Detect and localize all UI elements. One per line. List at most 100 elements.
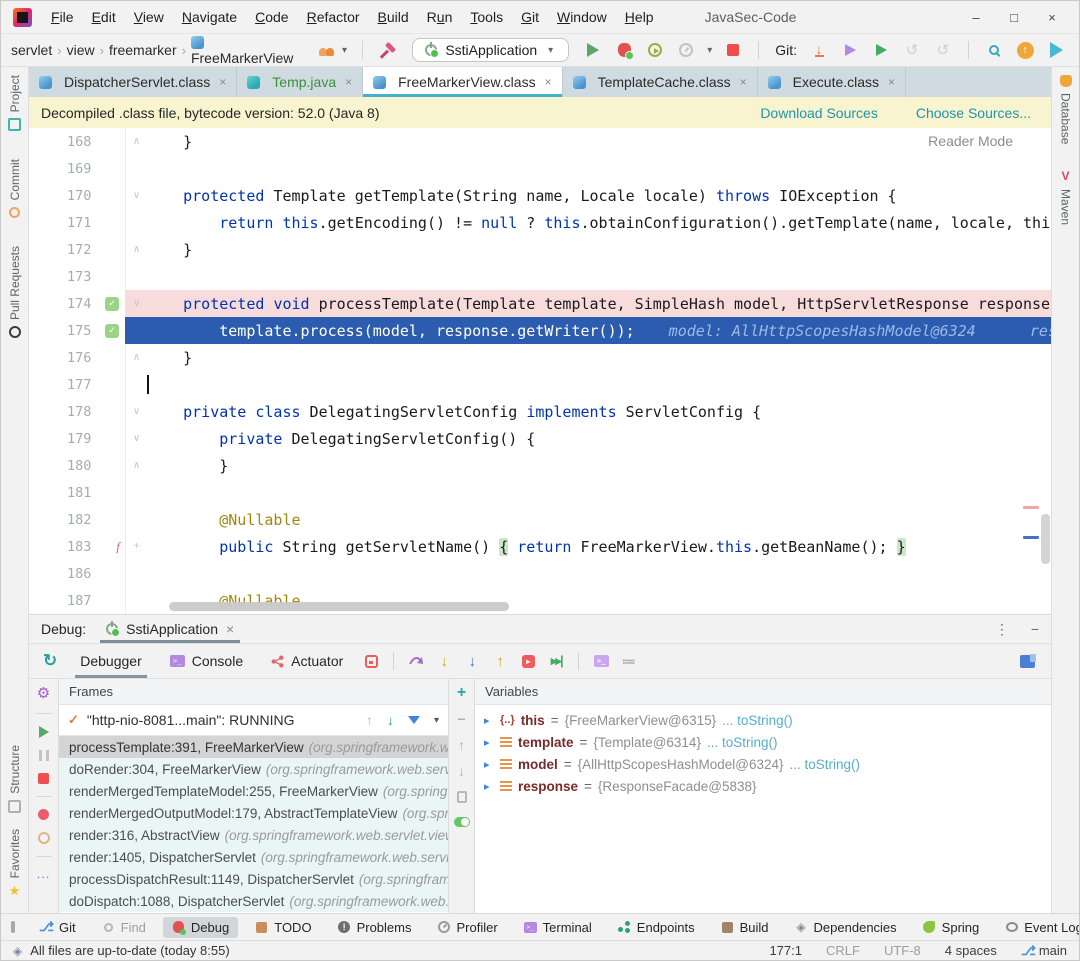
git-commit-push-button[interactable] <box>868 38 894 62</box>
breadcrumb-item-freemarkerview[interactable]: FreeMarkerView <box>191 34 300 66</box>
evaluate-expression-button[interactable]: >_ <box>588 649 614 673</box>
code-line-186[interactable]: 186 <box>29 560 1051 587</box>
variable-row-response[interactable]: ▸response = {ResponseFacade@5838} <box>475 775 1051 797</box>
move-up-button[interactable]: ↑ <box>458 739 465 751</box>
tab-templatecache-class[interactable]: TemplateCache.class× <box>563 67 758 97</box>
code-line-181[interactable]: 181 <box>29 479 1051 506</box>
expand-chevron-icon[interactable]: ▸ <box>484 780 494 793</box>
stack-frame-row[interactable]: doRender:304, FreeMarkerView (org.spring… <box>59 758 448 780</box>
debug-button[interactable] <box>611 38 637 62</box>
toolwindow-button-project[interactable]: Project <box>8 75 22 131</box>
settings-list-button[interactable]: ≔ <box>616 649 642 673</box>
tostring-link[interactable]: ... toString() <box>790 757 861 772</box>
toolwindow-button-build[interactable]: Build <box>712 917 778 938</box>
stack-frame-row[interactable]: render:316, AbstractView (org.springfram… <box>59 824 448 846</box>
code-editor[interactable]: Reader Mode 168∧ }169170∨ protected Temp… <box>29 128 1051 614</box>
chevron-down-icon[interactable]: ▾ <box>342 45 347 56</box>
code-line-179[interactable]: 179∨ private DelegatingServletConfig() { <box>29 425 1051 452</box>
menu-item-view[interactable]: View <box>125 7 173 27</box>
watches-toggle[interactable] <box>454 817 470 827</box>
chevron-down-icon[interactable]: ▾ <box>707 45 712 56</box>
stack-frame-row[interactable]: processTemplate:391, FreeMarkerView (org… <box>59 736 448 758</box>
toolwindow-button-find[interactable]: Find <box>93 917 155 938</box>
debug-session-tab[interactable]: SstiApplication × <box>100 615 240 643</box>
pause-program-button[interactable] <box>39 750 49 761</box>
step-out-button[interactable]: ↑ <box>487 649 513 673</box>
stack-frame-row[interactable]: render:1405, DispatcherServlet (org.spri… <box>59 846 448 868</box>
close-icon[interactable]: × <box>740 75 747 89</box>
stack-frame-row[interactable]: renderMergedOutputModel:179, AbstractTem… <box>59 802 448 824</box>
menu-item-git[interactable]: Git <box>512 7 548 27</box>
gutter-breakpoint-slot[interactable]: ✓ <box>99 297 125 311</box>
toolwindow-button-problems[interactable]: !Problems <box>329 917 421 938</box>
filter-funnel-icon[interactable] <box>408 716 420 724</box>
git-push-button[interactable] <box>837 38 863 62</box>
toolwindow-button-commit[interactable]: Commit <box>8 159 22 217</box>
status-item-crlf[interactable]: CRLF <box>826 943 860 958</box>
build-project-button[interactable] <box>381 43 395 58</box>
fold-marker-icon[interactable]: ∧ <box>125 236 147 263</box>
code-with-me-icon[interactable] <box>319 45 334 56</box>
breadcrumb-item-freemarker[interactable]: freemarker <box>109 42 177 58</box>
tab-freemarkerview-class[interactable]: FreeMarkerView.class× <box>363 67 562 97</box>
menu-item-window[interactable]: Window <box>548 7 616 27</box>
remove-watch-button[interactable]: − <box>457 713 465 725</box>
toolwindow-button-event-log[interactable]: Event Log <box>996 917 1080 938</box>
toolwindow-button-debug[interactable]: Debug <box>163 917 238 938</box>
close-icon[interactable]: × <box>888 75 895 89</box>
toolwindow-button-maven[interactable]: VMaven <box>1059 170 1073 225</box>
menu-item-refactor[interactable]: Refactor <box>298 7 369 27</box>
tab-execute-class[interactable]: Execute.class× <box>758 67 906 97</box>
code-line-169[interactable]: 169 <box>29 155 1051 182</box>
settings-gear-icon[interactable]: ⚙ <box>37 687 50 701</box>
force-step-into-button[interactable]: ↓ <box>459 649 485 673</box>
menu-item-navigate[interactable]: Navigate <box>173 7 246 27</box>
history-forward-button[interactable]: ↺ <box>930 38 956 62</box>
close-button[interactable]: × <box>1033 10 1071 25</box>
code-line-171[interactable]: 171 return this.getEncoding() != null ? … <box>29 209 1051 236</box>
rerun-button[interactable]: ↻ <box>43 651 57 671</box>
reader-mode-label[interactable]: Reader Mode <box>928 133 1013 149</box>
view-breakpoints-button[interactable] <box>38 809 49 820</box>
stack-frame-row[interactable]: renderMergedTemplateModel:255, FreeMarke… <box>59 780 448 802</box>
chevron-down-icon[interactable]: ▾ <box>434 715 439 726</box>
editor-horizontal-scrollbar[interactable] <box>169 602 509 611</box>
step-over-button[interactable] <box>403 649 429 673</box>
resume-skip-button[interactable]: ▸▸| <box>543 649 569 673</box>
duplicate-icon[interactable] <box>457 791 467 803</box>
menu-item-build[interactable]: Build <box>369 7 418 27</box>
toolwindow-button-profiler[interactable]: Profiler <box>428 917 506 938</box>
status-item-4-spaces[interactable]: 4 spaces <box>945 943 997 958</box>
tostring-link[interactable]: ... toString() <box>707 735 778 750</box>
toolwindow-button-favorites[interactable]: Favorites★ <box>8 829 22 897</box>
variable-row-model[interactable]: ▸model = {AllHttpScopesHashModel@6324} .… <box>475 753 1051 775</box>
breakpoint-check-icon[interactable]: ✓ <box>105 297 119 311</box>
close-icon[interactable]: × <box>545 75 552 89</box>
fold-marker-icon[interactable]: + <box>125 533 147 560</box>
variable-row-template[interactable]: ▸template = {Template@6314} ... toString… <box>475 731 1051 753</box>
status-item-177-1[interactable]: 177:1 <box>769 943 802 958</box>
expand-chevron-icon[interactable]: ▸ <box>484 758 494 771</box>
layout-settings-button[interactable] <box>1020 655 1035 668</box>
run-button[interactable] <box>580 38 606 62</box>
tab-actuator[interactable]: Actuator <box>258 644 356 678</box>
stop-process-button[interactable] <box>38 773 49 784</box>
breadcrumb-item-servlet[interactable]: servlet <box>11 42 52 58</box>
status-item-utf-8[interactable]: UTF-8 <box>884 943 921 958</box>
toolwindow-button-spring[interactable]: Spring <box>914 917 989 938</box>
variable-row-this[interactable]: ▸{..}this = {FreeMarkerView@6315} ... to… <box>475 709 1051 731</box>
fold-marker-icon[interactable]: ∧ <box>125 128 147 155</box>
minimize-button[interactable]: – <box>957 10 995 25</box>
run-configuration-select[interactable]: SstiApplication ▾ <box>412 38 569 62</box>
hide-panel-icon[interactable]: − <box>1031 621 1039 637</box>
tab-dispatcherservlet-class[interactable]: DispatcherServlet.class× <box>29 67 237 97</box>
menu-item-code[interactable]: Code <box>246 7 297 27</box>
add-watch-button[interactable]: + <box>457 687 466 699</box>
code-line-178[interactable]: 178∨ private class DelegatingServletConf… <box>29 398 1051 425</box>
history-back-button[interactable]: ↺ <box>899 38 925 62</box>
tab-console[interactable]: >_Console <box>157 644 256 678</box>
stack-frame-row[interactable]: processDispatchResult:1149, DispatcherSe… <box>59 868 448 890</box>
expand-chevron-icon[interactable]: ▸ <box>484 736 494 749</box>
close-icon[interactable]: × <box>219 75 226 89</box>
stack-frame-row[interactable]: doDispatch:1088, DispatcherServlet (org.… <box>59 890 448 912</box>
